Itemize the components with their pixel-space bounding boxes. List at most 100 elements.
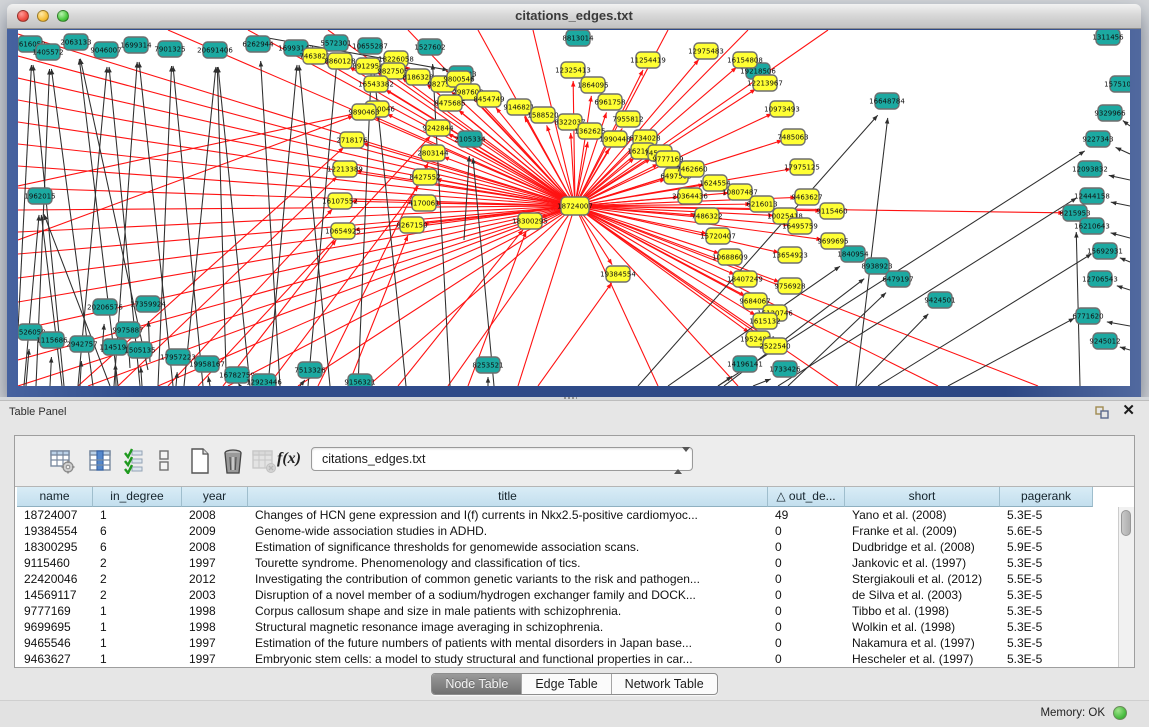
svg-text:4170061: 4170061 — [408, 200, 439, 208]
table-cell: 5.3E-5 — [1000, 587, 1093, 603]
tab-edge-table[interactable]: Edge Table — [522, 674, 611, 694]
svg-text:12213389: 12213389 — [327, 166, 363, 174]
svg-text:1505135: 1505135 — [124, 347, 155, 355]
svg-text:7901325: 7901325 — [154, 46, 185, 54]
table-cell: 0 — [768, 603, 845, 619]
svg-text:2803144: 2803144 — [417, 150, 449, 158]
table-cell: 2009 — [182, 523, 248, 539]
float-window-icon[interactable] — [1095, 406, 1109, 419]
table-cell: 1997 — [182, 635, 248, 651]
svg-text:8215953: 8215953 — [1059, 210, 1090, 218]
table-cell: 5.3E-5 — [1000, 603, 1093, 619]
table-cell: Tourette syndrome. Phenomenology and cla… — [248, 555, 768, 571]
table-cell: 1 — [93, 603, 182, 619]
table-scrollbar[interactable] — [1118, 507, 1134, 667]
table-cell: Changes of HCN gene expression and I(f) … — [248, 507, 768, 523]
svg-text:18407249: 18407249 — [727, 276, 763, 284]
select-columns-icon[interactable] — [123, 448, 145, 474]
table-row[interactable]: 969969511998Structural magnetic resonanc… — [17, 619, 1117, 635]
svg-text:9699695: 9699695 — [817, 238, 848, 246]
table-cell: 5.3E-5 — [1000, 635, 1093, 651]
svg-text:10807487: 10807487 — [722, 189, 758, 197]
table-cell: 9777169 — [17, 603, 93, 619]
svg-text:10973493: 10973493 — [764, 106, 800, 114]
network-canvas[interactable]: 2616052140557220631339046007169931479013… — [18, 30, 1130, 386]
column-header-title[interactable]: title — [248, 487, 768, 507]
svg-text:7955812: 7955812 — [612, 116, 643, 124]
table-cell: Corpus callosum shape and size in male p… — [248, 603, 768, 619]
table-row[interactable]: 2242004622012Investigating the contribut… — [17, 571, 1117, 587]
svg-text:1990448: 1990448 — [599, 136, 630, 144]
table-cell: 5.6E-5 — [1000, 523, 1093, 539]
svg-text:12325413: 12325413 — [555, 67, 591, 75]
svg-text:7486322: 7486322 — [691, 213, 722, 221]
svg-text:6262944: 6262944 — [242, 41, 274, 49]
table-cell: 0 — [768, 651, 845, 667]
table-row[interactable]: 1872400712008Changes of HCN gene express… — [17, 507, 1117, 523]
table-row[interactable]: 977716911998Corpus callosum shape and si… — [17, 603, 1117, 619]
table-row[interactable]: 1456911722003Disruption of a novel membe… — [17, 587, 1117, 603]
delete-table-icon[interactable] — [251, 448, 277, 474]
table-toolbar: f(x) citations_edges.txt — [15, 436, 1134, 486]
table-cell: 5.3E-5 — [1000, 619, 1093, 635]
svg-text:1615132: 1615132 — [749, 318, 780, 326]
table-mode-icon[interactable] — [49, 448, 75, 474]
status-bar: Memory: OK — [0, 700, 1149, 727]
table-cell: 1998 — [182, 603, 248, 619]
memory-status-icon[interactable] — [1113, 706, 1127, 720]
svg-text:18724007: 18724007 — [557, 203, 593, 211]
svg-text:9463627: 9463627 — [791, 194, 822, 202]
table-cell: 0 — [768, 539, 845, 555]
delete-icon[interactable] — [220, 448, 246, 474]
window-title: citations_edges.txt — [7, 8, 1141, 23]
window-titlebar[interactable]: citations_edges.txt — [7, 4, 1141, 29]
network-canvas-svg[interactable]: 2616052140557220631339046007169931479013… — [18, 30, 1130, 386]
table-cell: Hescheler et al. (1997) — [845, 651, 1000, 667]
tab-network-table[interactable]: Network Table — [612, 674, 717, 694]
table-row[interactable]: 946554611997Estimation of the future num… — [17, 635, 1117, 651]
scrollbar-thumb[interactable] — [1121, 510, 1131, 536]
table-cell: de Silva et al. (2003) — [845, 587, 1000, 603]
table-cell: Disruption of a novel member of a sodium… — [248, 587, 768, 603]
svg-text:1864095: 1864095 — [577, 82, 608, 90]
svg-text:11254419: 11254419 — [630, 57, 666, 65]
attribute-table: namein_degreeyeartitle△ out_de...shortpa… — [15, 486, 1134, 667]
new-document-icon[interactable] — [187, 448, 213, 474]
table-rows: 1872400712008Changes of HCN gene express… — [17, 507, 1117, 667]
svg-text:12923446: 12923446 — [246, 379, 282, 387]
table-panel: Table Panel ✕ — [0, 400, 1149, 727]
column-header-out_de[interactable]: △ out_de... — [768, 487, 845, 507]
close-panel-icon[interactable]: ✕ — [1122, 403, 1135, 419]
tab-node-table[interactable]: Node Table — [432, 674, 522, 694]
table-row[interactable]: 946362711997Embryonic stem cells: a mode… — [17, 651, 1117, 667]
table-selector-dropdown[interactable]: citations_edges.txt — [311, 447, 693, 471]
table-cell: 2008 — [182, 539, 248, 555]
column-header-name[interactable]: name — [17, 487, 93, 507]
svg-text:2063133: 2063133 — [60, 39, 91, 47]
svg-text:9227343: 9227343 — [1082, 136, 1113, 144]
table-cell: 5.3E-5 — [1000, 555, 1093, 571]
table-row[interactable]: 1938455462009Genome-wide association stu… — [17, 523, 1117, 539]
svg-text:9684067: 9684067 — [739, 298, 770, 306]
row-height-icon[interactable] — [157, 448, 171, 474]
table-cell: 19384554 — [17, 523, 93, 539]
svg-text:8454749: 8454749 — [473, 96, 504, 104]
svg-text:20206576: 20206576 — [87, 304, 123, 312]
svg-text:5572301: 5572301 — [320, 40, 351, 48]
table-row[interactable]: 911546021997Tourette syndrome. Phenomeno… — [17, 555, 1117, 571]
table-cell: 1 — [93, 507, 182, 523]
show-columns-icon[interactable] — [87, 448, 113, 474]
column-header-short[interactable]: short — [845, 487, 1000, 507]
table-cell: 0 — [768, 619, 845, 635]
svg-text:10654925: 10654925 — [325, 228, 361, 236]
table-cell: 2 — [93, 571, 182, 587]
column-header-pagerank[interactable]: pagerank — [1000, 487, 1093, 507]
column-header-year[interactable]: year — [182, 487, 248, 507]
svg-text:2718176: 2718176 — [336, 137, 368, 145]
table-row[interactable]: 1830029562008Estimation of significance … — [17, 539, 1117, 555]
svg-text:20691406: 20691406 — [197, 47, 233, 55]
column-header-in_degree[interactable]: in_degree — [93, 487, 182, 507]
svg-text:16210643: 16210643 — [1074, 223, 1110, 231]
function-builder-icon[interactable]: f(x) — [277, 450, 301, 468]
table-cell: 1 — [93, 651, 182, 667]
